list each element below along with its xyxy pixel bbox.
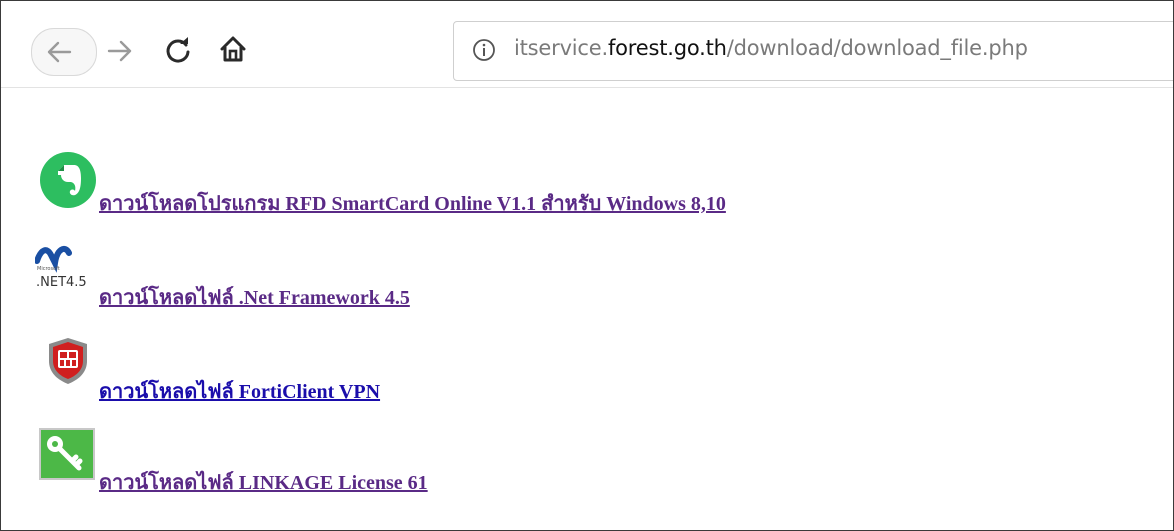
download-link-rfd-smartcard[interactable]: ดาวน์โหลดโปรแกรม RFD SmartCard Online V1… [99,187,726,219]
download-link-linkage-license[interactable]: ดาวน์โหลดไฟล์ LINKAGE License 61 [99,466,428,498]
browser-window: itservice.forest.go.th/download/download… [0,0,1174,531]
address-bar[interactable]: itservice.forest.go.th/download/download… [453,21,1173,81]
back-button-pill[interactable] [31,28,97,76]
info-icon[interactable] [472,38,496,67]
download-link-forticlient[interactable]: ดาวน์โหลดไฟล์ FortiClient VPN [99,375,380,407]
arrow-left-icon[interactable] [46,40,72,64]
browser-toolbar: itservice.forest.go.th/download/download… [1,1,1173,87]
reload-icon[interactable] [164,36,192,64]
key-icon [39,428,95,485]
forticlient-shield-icon [47,337,89,390]
dotnet-icon-microsoft: Microsoft [37,266,60,272]
download-link-dotnet[interactable]: ดาวน์โหลดไฟล์ .Net Framework 4.5 [99,281,410,313]
dotnet-icon-text: .NET4.5 [36,275,87,290]
evernote-icon [39,151,97,214]
home-icon[interactable] [219,35,247,63]
dotnet-icon: Microsoft .NET4.5 [34,241,95,298]
arrow-right-icon[interactable] [107,39,133,63]
url-text[interactable]: itservice.forest.go.th/download/download… [514,36,1028,60]
toolbar-divider [1,87,1173,88]
